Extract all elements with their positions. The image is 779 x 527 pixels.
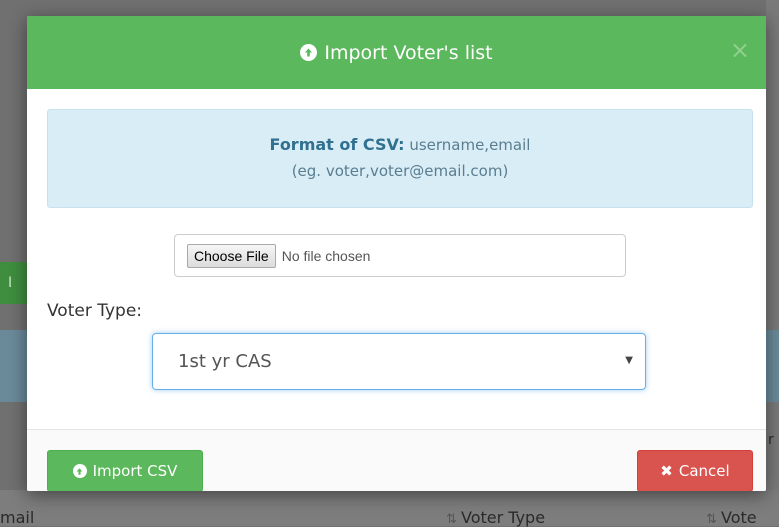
backdrop-col-voter-type: ⇅ Voter Type	[446, 508, 546, 527]
backdrop-col-vote-label: Vote	[721, 508, 757, 527]
choose-file-button[interactable]: Choose File	[187, 243, 276, 268]
csv-format-info: Format of CSV: username,email (eg. voter…	[47, 109, 753, 208]
file-input[interactable]: Choose File No file chosen	[174, 234, 626, 277]
voter-type-select[interactable]: 1st yr CAS ▼	[152, 333, 646, 390]
backdrop-green-button: I	[0, 262, 30, 304]
backdrop-table-header	[0, 490, 779, 526]
cancel-button[interactable]: ✖ Cancel	[637, 450, 753, 491]
backdrop-blue-band-left	[0, 330, 27, 402]
modal-footer: Import CSV ✖ Cancel	[27, 429, 766, 491]
format-label: Format of CSV:	[269, 135, 405, 154]
import-voters-modal: Import Voter's list × Format of CSV: use…	[27, 16, 766, 491]
circle-arrow-up-icon	[72, 464, 87, 478]
format-line: Format of CSV: username,email	[48, 135, 752, 154]
close-icon[interactable]: ×	[730, 38, 750, 62]
format-example: (eg. voter,voter@email.com)	[291, 162, 509, 180]
caret-down-icon: ▼	[625, 355, 633, 366]
import-csv-button[interactable]: Import CSV	[47, 450, 203, 491]
circle-arrow-up-icon	[300, 44, 318, 61]
x-icon: ✖	[660, 462, 673, 480]
file-status: No file chosen	[281, 247, 371, 264]
backdrop-text-fragment: r	[768, 432, 774, 448]
modal-title: Import Voter's list	[300, 41, 493, 64]
import-csv-label: Import CSV	[92, 462, 178, 480]
modal-header: Import Voter's list ×	[27, 16, 766, 89]
backdrop-button-label: I	[8, 275, 13, 291]
voter-type-label: Voter Type:	[47, 301, 143, 321]
backdrop-col-vote: ⇅ Vote	[706, 508, 757, 527]
voter-type-selected: 1st yr CAS	[178, 351, 272, 372]
cancel-label: Cancel	[678, 462, 730, 480]
format-value: username,email	[409, 136, 531, 154]
modal-title-text: Import Voter's list	[324, 41, 493, 64]
backdrop-col-email: mail	[0, 508, 35, 527]
backdrop-col-voter-type-label: Voter Type	[461, 508, 546, 527]
backdrop-blue-band-right	[766, 330, 779, 402]
